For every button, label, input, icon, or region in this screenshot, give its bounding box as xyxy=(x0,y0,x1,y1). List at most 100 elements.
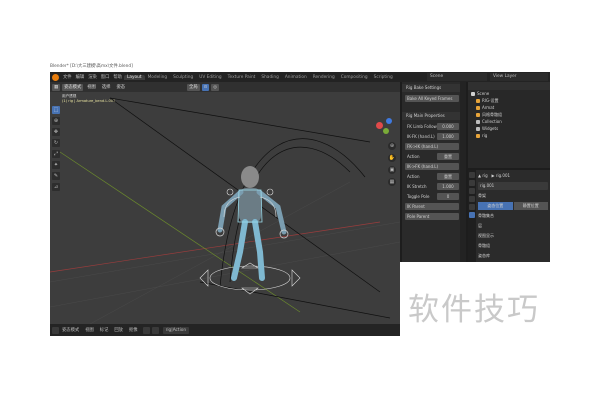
data-tab-icon[interactable] xyxy=(469,212,475,218)
outliner-item[interactable]: Widgets xyxy=(468,125,550,132)
tab-texture-paint[interactable]: Texture Paint xyxy=(225,75,259,80)
outliner-item[interactable]: Armat xyxy=(468,104,550,111)
camera-view-icon[interactable]: ▣ xyxy=(388,166,396,174)
tab-animation[interactable]: Animation xyxy=(282,75,310,80)
fk-limb-follow-label: FK Limb Follow xyxy=(407,123,437,129)
x-axis-line xyxy=(50,221,381,273)
outliner-item-icon xyxy=(476,106,480,110)
outliner-item-icon xyxy=(476,99,480,103)
y-axis-line xyxy=(59,151,301,313)
outliner-item[interactable]: Collection xyxy=(468,118,550,125)
tab-modeling[interactable]: Modeling xyxy=(145,75,171,80)
outliner-item-label: Widgets xyxy=(482,126,499,131)
timeline-menu-playback[interactable]: 回放 xyxy=(111,327,126,333)
tool-tab-icon[interactable] xyxy=(469,172,475,178)
outliner-item[interactable]: RIG-设置 xyxy=(468,97,550,104)
properties-body: ▲ rig ▶ rig.001 rig.001 骨架 姿态位置 静置位置 骨骼集… xyxy=(478,172,548,262)
outliner-item-label: 风格骨骼组 xyxy=(482,112,502,117)
object-name-row: ▲ rig ▶ rig.001 xyxy=(478,173,511,178)
tab-layout[interactable]: Layout xyxy=(123,74,145,80)
outliner-item-icon xyxy=(476,120,480,124)
tab-scripting[interactable]: Scripting xyxy=(371,75,396,80)
action-field[interactable]: rig|Action xyxy=(162,326,190,334)
scene-selector[interactable]: Scene xyxy=(427,73,487,81)
view-layer-selector[interactable]: View Layer xyxy=(490,73,548,81)
np-row: Toggle Pole 0 xyxy=(405,192,459,200)
tab-compositing[interactable]: Compositing xyxy=(338,75,371,80)
blender-logo-icon[interactable] xyxy=(52,73,59,81)
gizmo-z-axis-icon[interactable] xyxy=(386,118,392,124)
output-tab-icon[interactable] xyxy=(469,188,475,194)
rig-bake-settings-header[interactable]: Rig Bake Settings xyxy=(402,84,462,92)
rig-main-properties-header[interactable]: Rig Main Properties xyxy=(402,112,462,120)
outliner-header xyxy=(468,82,550,90)
reset-button[interactable]: 重置 xyxy=(437,172,459,180)
keyframe-icon[interactable] xyxy=(142,326,150,334)
pan-icon[interactable]: ✋ xyxy=(388,154,396,162)
outliner-list: Scene RIG-设置 Armat 风格骨骼组 Collection Widgets ri… xyxy=(468,90,550,139)
outliner-item-icon xyxy=(476,113,480,117)
ik-fk-field[interactable]: 1.000 xyxy=(437,132,459,140)
rest-position-button[interactable]: 静置位置 xyxy=(513,202,548,210)
fk-limb-follow-field[interactable]: 0.000 xyxy=(437,122,459,130)
timeline-menu-keying[interactable]: 抠像 xyxy=(126,327,141,333)
np-row: FK->IK (hand.L) xyxy=(405,142,459,150)
outliner-item[interactable]: Scene xyxy=(468,90,550,97)
np-row: IK-FK (hand.L) 1.000 xyxy=(405,132,459,140)
ik-stretch-label: IK Stretch xyxy=(407,183,427,189)
property-row[interactable]: 骨骼集合 xyxy=(478,212,548,220)
skeleton-section-header[interactable]: 骨架 xyxy=(478,192,548,200)
outliner-item-icon xyxy=(471,92,475,96)
tab-sculpting[interactable]: Sculpting xyxy=(170,75,196,80)
data-name-field[interactable]: rig.001 xyxy=(478,182,548,190)
toggle-pole-label: Toggle Pole xyxy=(407,193,430,199)
property-row[interactable]: 视图显示 xyxy=(478,232,548,240)
timeline-menu-view[interactable]: 视图 xyxy=(82,327,97,333)
timeline-menu-marker[interactable]: 标记 xyxy=(97,327,112,333)
ik-parent-selector[interactable]: IK Parent xyxy=(405,202,459,210)
property-row[interactable]: 层 xyxy=(478,222,548,230)
perspective-toggle-icon[interactable]: ▦ xyxy=(388,178,396,186)
outliner-item-icon xyxy=(476,134,480,138)
property-row[interactable]: 骨骼组 xyxy=(478,242,548,250)
np-row: IK Stretch 1.000 xyxy=(405,182,459,190)
np-row: Bake All Keyed Frames xyxy=(405,94,459,102)
menu-edit[interactable]: 编辑 xyxy=(74,74,87,80)
outliner-item[interactable]: rig xyxy=(468,132,550,139)
record-icon[interactable] xyxy=(151,326,159,334)
fk-to-ik-button[interactable]: FK->IK (hand.L) xyxy=(405,142,459,150)
zoom-icon[interactable]: ⊕ xyxy=(388,142,396,150)
3d-viewport[interactable]: ▦ 姿态模式 视图 选择 姿态 全局 ⊙ ◎ 用户透视 (1) rig | Ar… xyxy=(50,82,400,324)
np-row: IK Parent xyxy=(405,202,459,210)
gizmo-y-axis-icon[interactable] xyxy=(383,128,389,134)
menu-help[interactable]: 帮助 xyxy=(111,74,124,80)
timeline-mode[interactable]: 姿态模式 xyxy=(59,327,82,333)
scene-tab-icon[interactable] xyxy=(469,196,475,202)
window-title: Blender* [D:\大三建模\高mx\文件.blend] xyxy=(50,64,133,69)
gizmo-x-axis-icon[interactable] xyxy=(376,122,383,129)
menu-render[interactable]: 渲染 xyxy=(86,74,99,80)
pose-position-button[interactable]: 姿态位置 xyxy=(478,202,513,210)
np-row: Pole Parent xyxy=(405,212,459,220)
pole-parent-selector[interactable]: Pole Parent xyxy=(405,212,459,220)
outliner-item-label: RIG-设置 xyxy=(482,98,499,103)
reset-button[interactable]: 重置 xyxy=(437,152,459,160)
outliner-item-icon xyxy=(476,127,480,131)
ik-stretch-field[interactable]: 1.000 xyxy=(437,182,459,190)
toggle-pole-field[interactable]: 0 xyxy=(437,192,459,200)
menu-window[interactable]: 窗口 xyxy=(99,74,112,80)
bake-all-button[interactable]: Bake All Keyed Frames xyxy=(405,94,459,102)
bone-name: rig.001 xyxy=(495,173,511,178)
object-tab-icon[interactable] xyxy=(469,204,475,210)
np-row: IK->FK (hand.L) xyxy=(405,162,459,170)
property-row[interactable]: 姿态库 xyxy=(478,252,548,260)
tab-shading[interactable]: Shading xyxy=(258,75,281,80)
ik-to-fk-button[interactable]: IK->FK (hand.L) xyxy=(405,162,459,170)
timeline-editor-icon[interactable] xyxy=(52,326,59,334)
np-row: FK Limb Follow 0.000 xyxy=(405,122,459,130)
tab-uv-editing[interactable]: UV Editing xyxy=(196,75,224,80)
outliner-item[interactable]: 风格骨骼组 xyxy=(468,111,550,118)
menu-file[interactable]: 文件 xyxy=(61,74,74,80)
render-tab-icon[interactable] xyxy=(469,180,475,186)
tab-rendering[interactable]: Rendering xyxy=(310,75,338,80)
